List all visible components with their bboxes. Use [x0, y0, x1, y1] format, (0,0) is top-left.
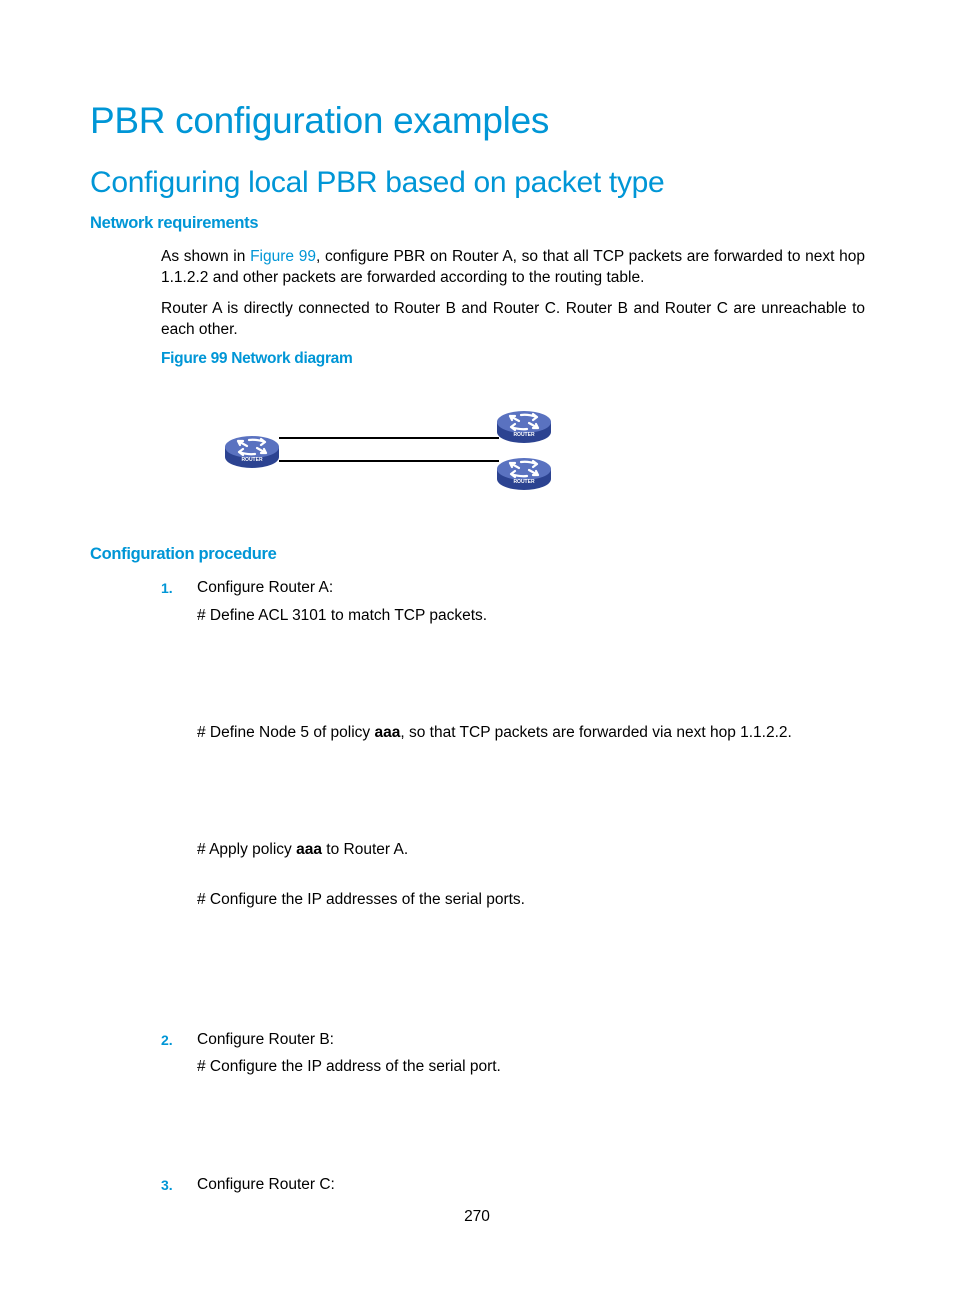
- router-a-icon: [223, 434, 281, 470]
- step-1-comment-1: # Define ACL 3101 to match TCP packets.: [197, 607, 488, 624]
- step-3-label: Configure Router C:: [197, 1176, 335, 1193]
- policy-name: aaa: [296, 841, 322, 858]
- network-requirements-heading: Network requirements: [90, 214, 259, 232]
- step-3-number: 3.: [161, 1177, 173, 1193]
- requirements-paragraph-2: Router A is directly connected to Router…: [161, 300, 865, 338]
- figure-caption: Figure 99 Network diagram: [161, 350, 353, 367]
- step-1-comment-2: # Define Node 5 of policy aaa, so that T…: [197, 722, 792, 743]
- step-2-number: 2.: [161, 1032, 173, 1048]
- router-c-icon: [495, 456, 553, 492]
- figure-99-link[interactable]: Figure 99: [250, 248, 316, 265]
- comment-suffix: to Router A.: [321, 841, 409, 858]
- comment-suffix: , so that TCP packets are forwarded via …: [400, 724, 792, 741]
- policy-name: aaa: [374, 724, 401, 741]
- comment-prefix: # Apply policy: [197, 841, 297, 858]
- step-1-comment-4: # Configure the IP addresses of the seri…: [197, 891, 525, 908]
- step-1-number: 1.: [161, 580, 173, 596]
- para1-prefix: As shown in: [161, 248, 251, 265]
- configuration-procedure-heading: Configuration procedure: [90, 545, 277, 563]
- step-1-comment-3: # Apply policy aaa to Router A.: [197, 839, 408, 860]
- requirements-paragraph-1: As shown in Figure 99, configure PBR on …: [161, 246, 865, 288]
- section-title: Configuring local PBR based on packet ty…: [90, 166, 665, 199]
- step-2-comment-1: # Configure the IP address of the serial…: [197, 1058, 501, 1075]
- step-2-label: Configure Router B:: [197, 1031, 334, 1048]
- network-diagram: ROUTER: [223, 409, 553, 492]
- router-b-icon: [495, 409, 553, 445]
- comment-prefix: # Define Node 5 of policy: [197, 724, 375, 741]
- page-title: PBR configuration examples: [90, 100, 550, 141]
- step-1-label: Configure Router A:: [197, 579, 334, 596]
- page-number: 270: [464, 1208, 490, 1225]
